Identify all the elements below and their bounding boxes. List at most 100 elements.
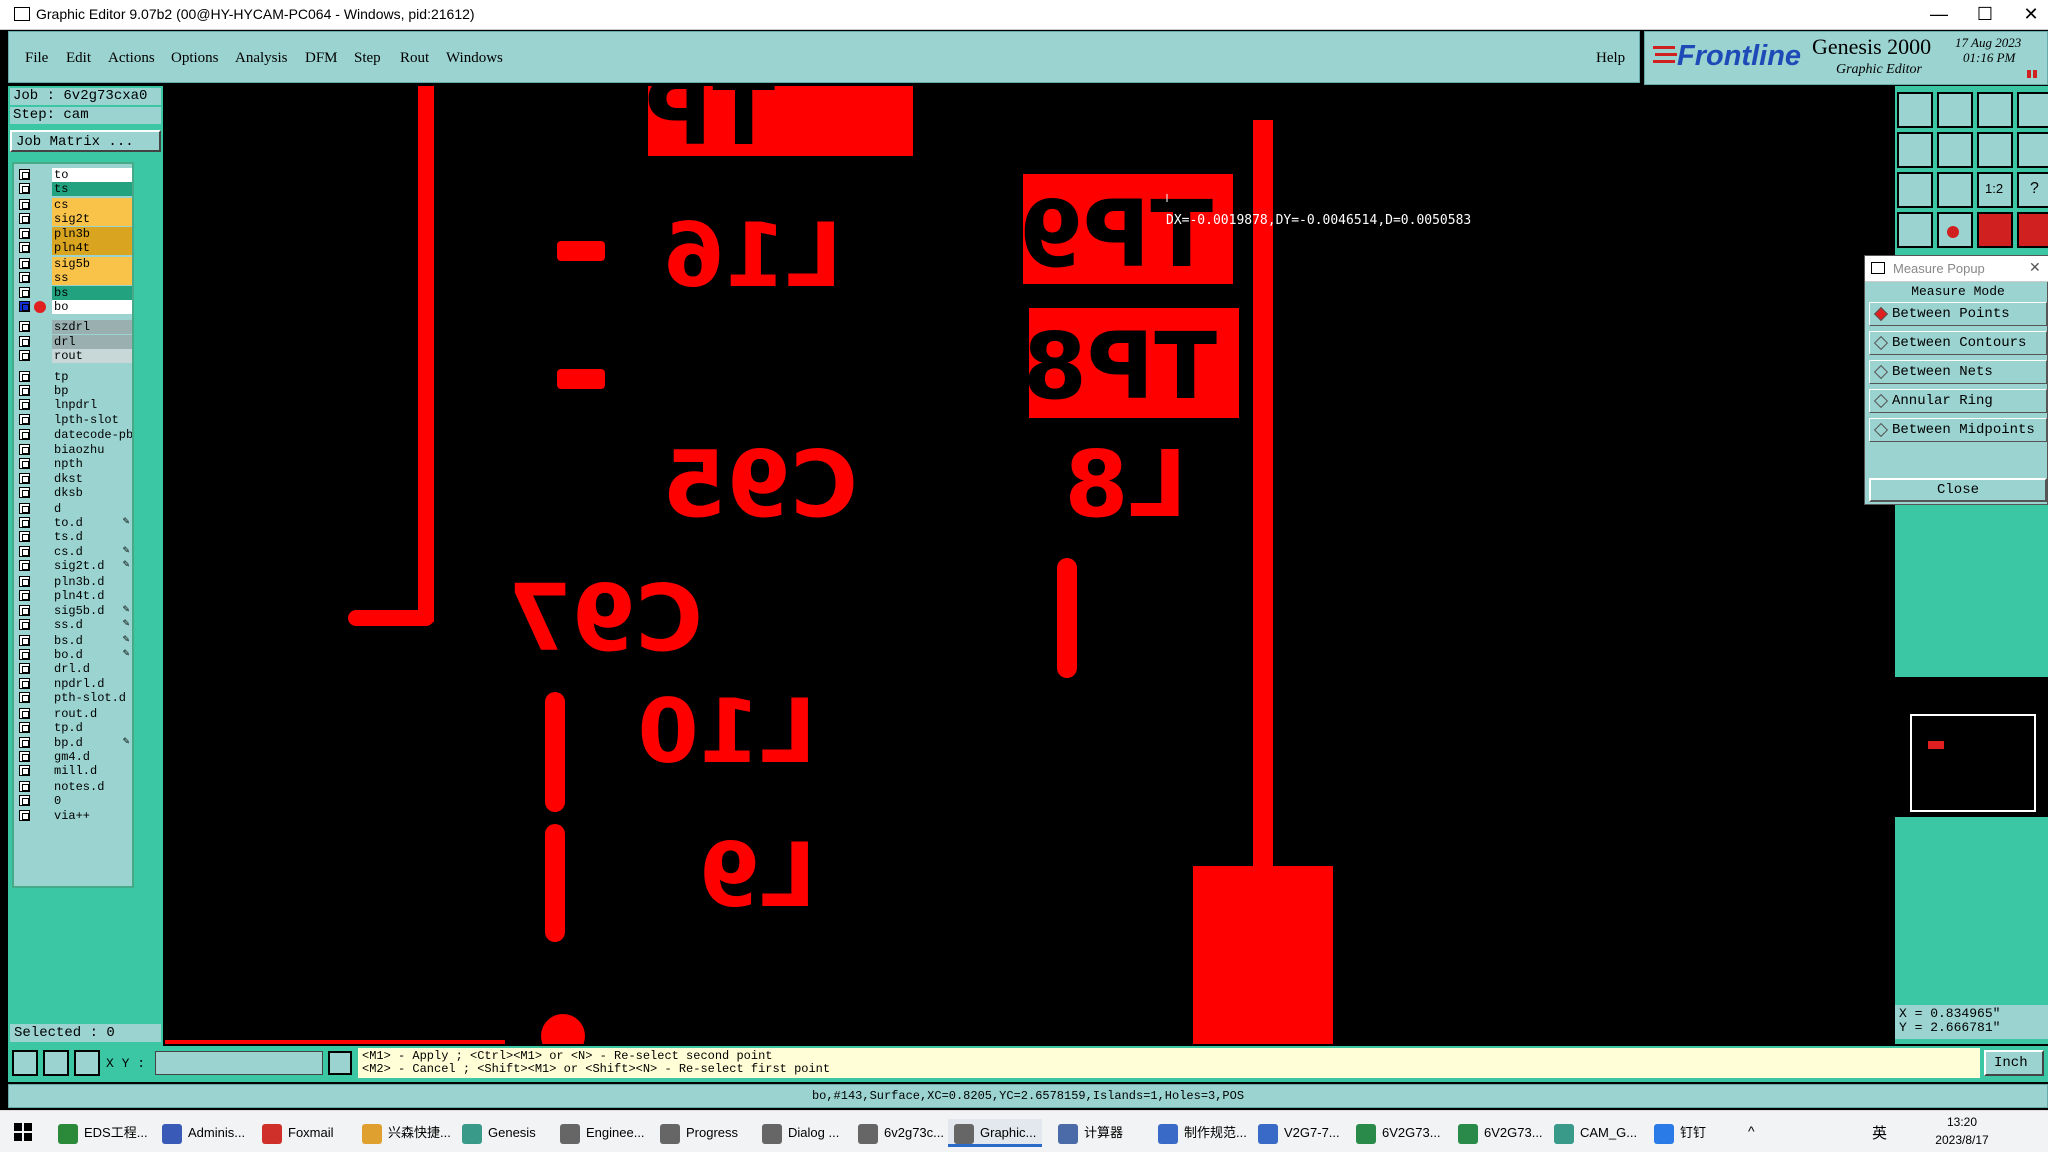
- taskbar-item[interactable]: EDS工程...: [52, 1119, 154, 1147]
- menu-rout[interactable]: Rout: [400, 50, 429, 67]
- layer-name[interactable]: cs.d: [52, 544, 132, 559]
- layer-row[interactable]: szdrl: [16, 320, 132, 335]
- menu-step[interactable]: Step: [354, 50, 381, 67]
- layer-checkbox[interactable]: [19, 722, 30, 734]
- measure-popup-close-icon[interactable]: ✕: [2029, 259, 2041, 276]
- layer-name[interactable]: tp: [52, 369, 132, 384]
- tool-fit-button[interactable]: [1897, 172, 1933, 208]
- layer-name[interactable]: via++: [52, 808, 132, 823]
- layer-checkbox[interactable]: [19, 227, 30, 239]
- layer-row[interactable]: to: [16, 168, 132, 182]
- layer-name[interactable]: gm4.d: [52, 750, 132, 764]
- layer-checkbox[interactable]: [19, 301, 30, 312]
- tool-help-button[interactable]: ?: [2017, 172, 2048, 208]
- layer-checkbox[interactable]: [19, 531, 30, 543]
- menu-help[interactable]: Help: [1596, 50, 1625, 67]
- layer-name[interactable]: drl: [52, 334, 132, 349]
- layer-name[interactable]: bs: [52, 285, 132, 300]
- status-tool-2-button[interactable]: [43, 1050, 69, 1076]
- layer-checkbox[interactable]: [19, 370, 30, 382]
- menu-analysis[interactable]: Analysis: [235, 50, 288, 67]
- layer-checkbox[interactable]: [19, 321, 30, 333]
- layer-row[interactable]: npth: [16, 457, 132, 472]
- layer-checkbox[interactable]: [19, 385, 30, 396]
- layer-row[interactable]: 0: [16, 794, 132, 809]
- layer-checkbox[interactable]: [19, 619, 30, 630]
- layer-checkbox[interactable]: [19, 604, 30, 616]
- layer-row[interactable]: notes.d: [16, 780, 132, 794]
- layer-name[interactable]: tp.d: [52, 721, 132, 736]
- taskbar-item[interactable]: Genesis: [456, 1119, 542, 1147]
- layer-row[interactable]: to.d ✎: [16, 516, 132, 530]
- layer-checkbox[interactable]: [19, 590, 30, 602]
- tool-left-button[interactable]: [1897, 132, 1933, 168]
- layer-checkbox[interactable]: [19, 199, 30, 210]
- tool-flip-button[interactable]: [2017, 132, 2048, 168]
- layer-checkbox[interactable]: [19, 335, 30, 347]
- taskbar-item[interactable]: 6V2G73...: [1452, 1119, 1549, 1147]
- layer-checkbox[interactable]: [19, 575, 30, 587]
- layer-checkbox[interactable]: [19, 765, 30, 777]
- measure-option-between-points[interactable]: Between Points: [1869, 302, 2047, 326]
- layer-name[interactable]: pln3b.d: [52, 574, 132, 589]
- taskbar-item[interactable]: 制作规范...: [1152, 1119, 1253, 1147]
- minimap[interactable]: [1895, 677, 2048, 817]
- tray-time[interactable]: 13:20: [1932, 1115, 1992, 1129]
- layer-name[interactable]: mill.d: [52, 764, 132, 779]
- layer-row[interactable]: via++: [16, 808, 132, 823]
- layer-name[interactable]: pln4t.d: [52, 589, 132, 604]
- taskbar-item[interactable]: Progress: [654, 1119, 744, 1147]
- tool-zoom-home-button[interactable]: [1897, 92, 1933, 128]
- pcb-view[interactable]: TP10 L16 TP9 TP8 C95 L8 C97 L10 L9 DX=-0…: [165, 86, 1895, 1044]
- graphic-canvas[interactable]: TP10 L16 TP9 TP8 C95 L8 C97 L10 L9 DX=-0…: [165, 86, 1895, 1044]
- layer-row[interactable]: drl: [16, 334, 132, 349]
- taskbar-item[interactable]: Adminis...: [156, 1119, 251, 1147]
- measure-option-between-contours[interactable]: Between Contours: [1869, 331, 2047, 355]
- taskbar-item[interactable]: Foxmail: [256, 1119, 340, 1147]
- menu-windows[interactable]: Windows: [446, 50, 503, 67]
- tool-home-button[interactable]: [1977, 92, 2013, 128]
- taskbar-item[interactable]: Enginee...: [554, 1119, 651, 1147]
- layer-row[interactable]: pth-slot.d: [16, 691, 132, 706]
- menu-file[interactable]: File: [25, 50, 48, 67]
- layer-row[interactable]: bo: [16, 300, 132, 314]
- layer-name[interactable]: sig2t.d: [52, 559, 132, 574]
- layer-row[interactable]: bs: [16, 285, 132, 300]
- tool-measure-button[interactable]: [1937, 212, 1973, 248]
- layer-row[interactable]: bp.d ✎: [16, 735, 132, 750]
- layer-row[interactable]: dksb: [16, 486, 132, 500]
- layer-name[interactable]: pln4t: [52, 241, 132, 256]
- layer-checkbox[interactable]: [19, 257, 30, 269]
- layer-checkbox[interactable]: [19, 736, 30, 748]
- layer-row[interactable]: pln4t.d: [16, 589, 132, 604]
- layer-row[interactable]: sig2t: [16, 212, 132, 227]
- tray-chevron-icon[interactable]: ^: [1748, 1123, 1755, 1139]
- layer-name[interactable]: npdrl.d: [52, 676, 132, 691]
- layer-name[interactable]: to: [52, 168, 132, 182]
- status-tool-1-button[interactable]: [12, 1050, 38, 1076]
- layer-row[interactable]: pln3b.d: [16, 574, 132, 589]
- tool-window-button[interactable]: [2017, 92, 2048, 128]
- close-button[interactable]: ✕: [2008, 0, 2048, 30]
- layer-name[interactable]: npth: [52, 457, 132, 472]
- layer-name[interactable]: rout.d: [52, 706, 132, 721]
- taskbar-item[interactable]: 钉钉: [1648, 1119, 1712, 1147]
- layer-row[interactable]: tp.d: [16, 721, 132, 736]
- layer-checkbox[interactable]: [19, 183, 30, 195]
- units-button[interactable]: Inch: [1984, 1050, 2044, 1076]
- layer-checkbox[interactable]: [19, 443, 30, 455]
- layer-name[interactable]: pth-slot.d: [52, 691, 132, 706]
- layer-name[interactable]: lpth-slot: [52, 412, 132, 427]
- layer-name[interactable]: ss: [52, 271, 132, 286]
- layer-row[interactable]: drl.d: [16, 662, 132, 677]
- layer-name[interactable]: d: [52, 501, 132, 516]
- layer-name[interactable]: pln3b: [52, 226, 132, 241]
- taskbar-item[interactable]: 6v2g73c...: [852, 1119, 950, 1147]
- layer-row[interactable]: lpth-slot: [16, 412, 132, 427]
- layer-checkbox[interactable]: [19, 517, 30, 528]
- layer-checkbox[interactable]: [19, 487, 30, 498]
- layer-checkbox[interactable]: [19, 751, 30, 762]
- tray-language[interactable]: 英: [1872, 1122, 1887, 1143]
- layer-row[interactable]: npdrl.d: [16, 676, 132, 691]
- layer-row[interactable]: rout.d: [16, 706, 132, 721]
